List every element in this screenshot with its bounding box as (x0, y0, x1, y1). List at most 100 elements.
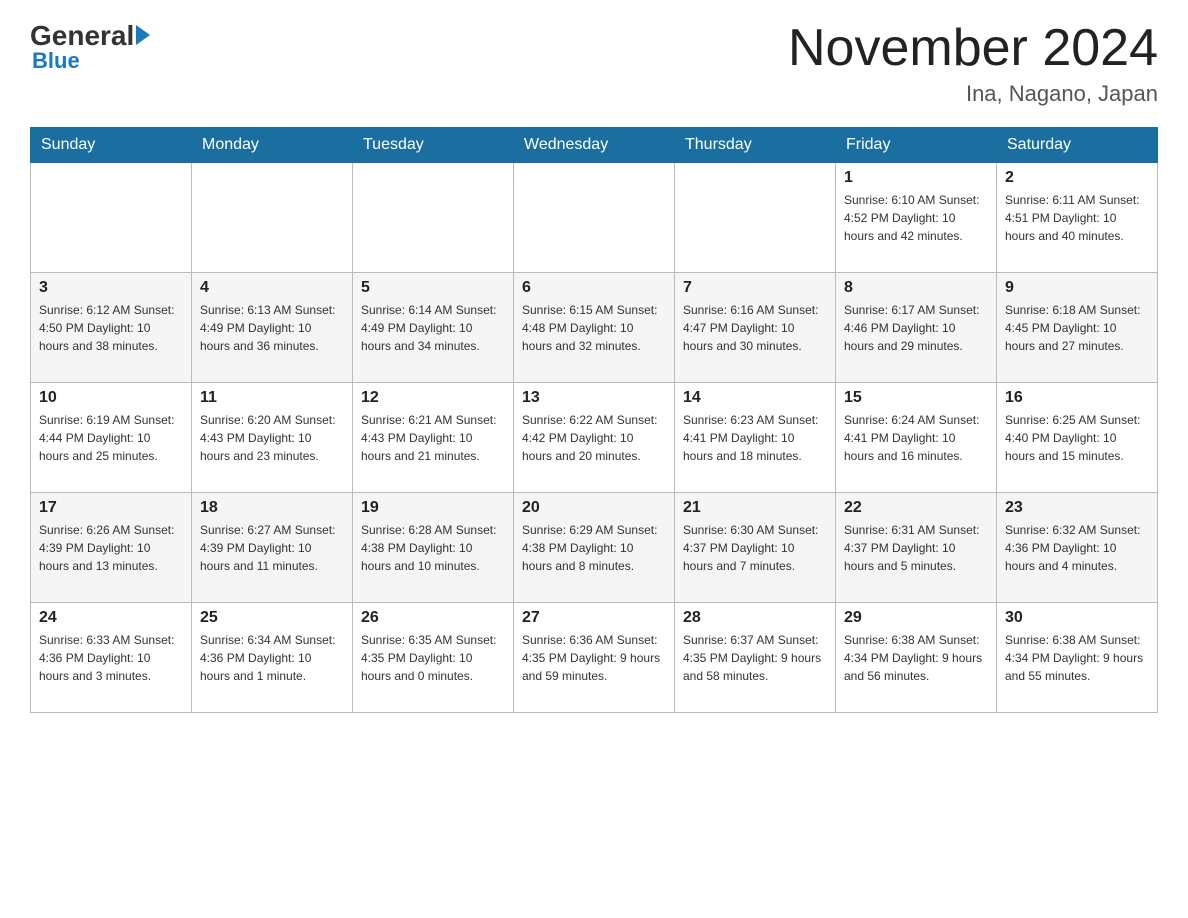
day-info: Sunrise: 6:36 AM Sunset: 4:35 PM Dayligh… (522, 631, 666, 685)
day-number: 3 (39, 279, 183, 297)
day-info: Sunrise: 6:14 AM Sunset: 4:49 PM Dayligh… (361, 301, 505, 355)
calendar-cell: 30 Sunrise: 6:38 AM Sunset: 4:34 PM Dayli… (997, 603, 1158, 713)
day-number: 29 (844, 609, 988, 627)
day-number: 26 (361, 609, 505, 627)
day-number: 2 (1005, 169, 1149, 187)
calendar-cell: 25 Sunrise: 6:34 AM Sunset: 4:36 PM Dayli… (192, 603, 353, 713)
day-number: 18 (200, 499, 344, 517)
calendar-cell: 29 Sunrise: 6:38 AM Sunset: 4:34 PM Dayli… (836, 603, 997, 713)
logo-triangle-icon (136, 25, 150, 45)
calendar-cell: 4 Sunrise: 6:13 AM Sunset: 4:49 PM Daylig… (192, 273, 353, 383)
day-info: Sunrise: 6:35 AM Sunset: 4:35 PM Dayligh… (361, 631, 505, 685)
day-number: 16 (1005, 389, 1149, 407)
day-number: 14 (683, 389, 827, 407)
day-info: Sunrise: 6:12 AM Sunset: 4:50 PM Dayligh… (39, 301, 183, 355)
day-info: Sunrise: 6:24 AM Sunset: 4:41 PM Dayligh… (844, 411, 988, 465)
day-info: Sunrise: 6:33 AM Sunset: 4:36 PM Dayligh… (39, 631, 183, 685)
title-block: November 2024 Ina, Nagano, Japan (788, 20, 1158, 107)
day-number: 19 (361, 499, 505, 517)
day-info: Sunrise: 6:38 AM Sunset: 4:34 PM Dayligh… (1005, 631, 1149, 685)
day-info: Sunrise: 6:27 AM Sunset: 4:39 PM Dayligh… (200, 521, 344, 575)
calendar-week-row: 24Sunrise: 6:33 AM Sunset: 4:36 PM Dayli… (31, 603, 1158, 713)
day-number: 7 (683, 279, 827, 297)
month-title: November 2024 (788, 20, 1158, 77)
weekday-header-sunday: Sunday (31, 128, 192, 163)
calendar-cell: 16 Sunrise: 6:25 AM Sunset: 4:40 PM Dayli… (997, 383, 1158, 493)
day-number: 25 (200, 609, 344, 627)
calendar-cell (675, 163, 836, 273)
day-info: Sunrise: 6:29 AM Sunset: 4:38 PM Dayligh… (522, 521, 666, 575)
day-info: Sunrise: 6:22 AM Sunset: 4:42 PM Dayligh… (522, 411, 666, 465)
day-number: 21 (683, 499, 827, 517)
calendar-cell: 11Sunrise: 6:20 AM Sunset: 4:43 PM Dayli… (192, 383, 353, 493)
day-number: 20 (522, 499, 666, 517)
weekday-header-monday: Monday (192, 128, 353, 163)
calendar-cell: 20 Sunrise: 6:29 AM Sunset: 4:38 PM Dayli… (514, 493, 675, 603)
calendar-header-row: SundayMondayTuesdayWednesdayThursdayFrid… (31, 128, 1158, 163)
calendar-cell: 10Sunrise: 6:19 AM Sunset: 4:44 PM Dayli… (31, 383, 192, 493)
logo: General Blue (30, 20, 150, 74)
day-info: Sunrise: 6:19 AM Sunset: 4:44 PM Dayligh… (39, 411, 183, 465)
calendar-table: SundayMondayTuesdayWednesdayThursdayFrid… (30, 127, 1158, 713)
day-info: Sunrise: 6:20 AM Sunset: 4:43 PM Dayligh… (200, 411, 344, 465)
day-info: Sunrise: 6:28 AM Sunset: 4:38 PM Dayligh… (361, 521, 505, 575)
logo-blue-text: Blue (32, 48, 80, 74)
calendar-cell (353, 163, 514, 273)
day-number: 28 (683, 609, 827, 627)
day-info: Sunrise: 6:37 AM Sunset: 4:35 PM Dayligh… (683, 631, 827, 685)
calendar-cell: 21 Sunrise: 6:30 AM Sunset: 4:37 PM Dayli… (675, 493, 836, 603)
day-number: 9 (1005, 279, 1149, 297)
calendar-week-row: 3 Sunrise: 6:12 AM Sunset: 4:50 PM Daylig… (31, 273, 1158, 383)
calendar-cell: 17 Sunrise: 6:26 AM Sunset: 4:39 PM Dayli… (31, 493, 192, 603)
day-info: Sunrise: 6:31 AM Sunset: 4:37 PM Dayligh… (844, 521, 988, 575)
day-info: Sunrise: 6:38 AM Sunset: 4:34 PM Dayligh… (844, 631, 988, 685)
calendar-cell: 9 Sunrise: 6:18 AM Sunset: 4:45 PM Daylig… (997, 273, 1158, 383)
day-info: Sunrise: 6:26 AM Sunset: 4:39 PM Dayligh… (39, 521, 183, 575)
calendar-cell: 15 Sunrise: 6:24 AM Sunset: 4:41 PM Dayli… (836, 383, 997, 493)
calendar-cell: 27Sunrise: 6:36 AM Sunset: 4:35 PM Dayli… (514, 603, 675, 713)
day-info: Sunrise: 6:25 AM Sunset: 4:40 PM Dayligh… (1005, 411, 1149, 465)
calendar-cell (514, 163, 675, 273)
day-info: Sunrise: 6:34 AM Sunset: 4:36 PM Dayligh… (200, 631, 344, 685)
day-info: Sunrise: 6:15 AM Sunset: 4:48 PM Dayligh… (522, 301, 666, 355)
day-info: Sunrise: 6:17 AM Sunset: 4:46 PM Dayligh… (844, 301, 988, 355)
calendar-cell (192, 163, 353, 273)
day-number: 1 (844, 169, 988, 187)
day-info: Sunrise: 6:23 AM Sunset: 4:41 PM Dayligh… (683, 411, 827, 465)
day-info: Sunrise: 6:30 AM Sunset: 4:37 PM Dayligh… (683, 521, 827, 575)
page-header: General Blue November 2024 Ina, Nagano, … (30, 20, 1158, 107)
calendar-cell: 19 Sunrise: 6:28 AM Sunset: 4:38 PM Dayli… (353, 493, 514, 603)
calendar-cell: 6Sunrise: 6:15 AM Sunset: 4:48 PM Daylig… (514, 273, 675, 383)
day-info: Sunrise: 6:13 AM Sunset: 4:49 PM Dayligh… (200, 301, 344, 355)
day-info: Sunrise: 6:18 AM Sunset: 4:45 PM Dayligh… (1005, 301, 1149, 355)
calendar-cell: 5 Sunrise: 6:14 AM Sunset: 4:49 PM Daylig… (353, 273, 514, 383)
calendar-cell: 24Sunrise: 6:33 AM Sunset: 4:36 PM Dayli… (31, 603, 192, 713)
day-number: 5 (361, 279, 505, 297)
weekday-header-wednesday: Wednesday (514, 128, 675, 163)
day-info: Sunrise: 6:21 AM Sunset: 4:43 PM Dayligh… (361, 411, 505, 465)
day-info: Sunrise: 6:11 AM Sunset: 4:51 PM Dayligh… (1005, 191, 1149, 245)
calendar-cell: 13 Sunrise: 6:22 AM Sunset: 4:42 PM Dayli… (514, 383, 675, 493)
location-title: Ina, Nagano, Japan (788, 81, 1158, 107)
day-info: Sunrise: 6:32 AM Sunset: 4:36 PM Dayligh… (1005, 521, 1149, 575)
calendar-cell: 2 Sunrise: 6:11 AM Sunset: 4:51 PM Daylig… (997, 163, 1158, 273)
calendar-cell: 26 Sunrise: 6:35 AM Sunset: 4:35 PM Dayli… (353, 603, 514, 713)
day-number: 30 (1005, 609, 1149, 627)
calendar-week-row: 10Sunrise: 6:19 AM Sunset: 4:44 PM Dayli… (31, 383, 1158, 493)
day-number: 4 (200, 279, 344, 297)
calendar-cell: 18 Sunrise: 6:27 AM Sunset: 4:39 PM Dayli… (192, 493, 353, 603)
weekday-header-saturday: Saturday (997, 128, 1158, 163)
calendar-cell: 12 Sunrise: 6:21 AM Sunset: 4:43 PM Dayli… (353, 383, 514, 493)
calendar-cell: 3 Sunrise: 6:12 AM Sunset: 4:50 PM Daylig… (31, 273, 192, 383)
day-number: 23 (1005, 499, 1149, 517)
calendar-cell: 1Sunrise: 6:10 AM Sunset: 4:52 PM Daylig… (836, 163, 997, 273)
calendar-cell: 7Sunrise: 6:16 AM Sunset: 4:47 PM Daylig… (675, 273, 836, 383)
day-number: 17 (39, 499, 183, 517)
calendar-cell: 23 Sunrise: 6:32 AM Sunset: 4:36 PM Dayli… (997, 493, 1158, 603)
weekday-header-thursday: Thursday (675, 128, 836, 163)
day-number: 12 (361, 389, 505, 407)
day-number: 13 (522, 389, 666, 407)
day-number: 15 (844, 389, 988, 407)
day-number: 22 (844, 499, 988, 517)
calendar-cell (31, 163, 192, 273)
